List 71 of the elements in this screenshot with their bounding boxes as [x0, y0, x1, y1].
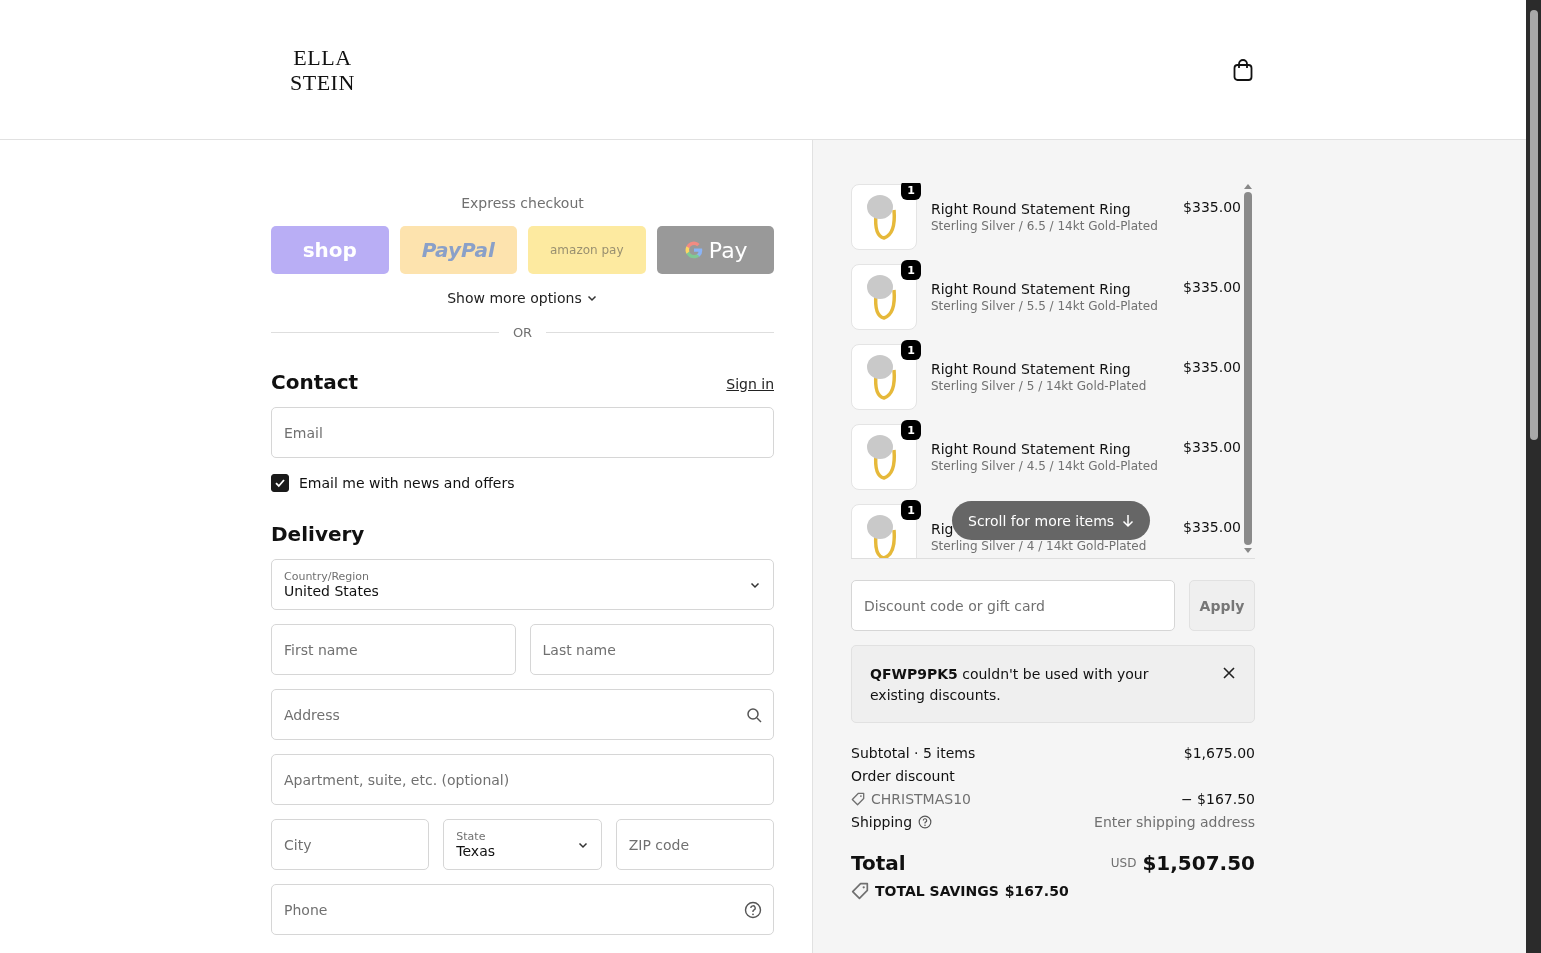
checkbox-label: Email me with news and offers [299, 475, 515, 491]
search-icon [746, 706, 762, 723]
savings-value: $167.50 [1004, 883, 1069, 899]
tag-icon [851, 882, 869, 900]
notice-text: QFWP9PK5 couldn't be used with your existing discounts. [870, 665, 1150, 705]
summary-value: − $167.50 [1180, 791, 1255, 807]
product-price: $335.00 [1183, 519, 1241, 535]
product-variant: Sterling Silver / 4 / 14kt Gold-Plated [931, 539, 1148, 553]
input-field[interactable]: City [271, 819, 430, 870]
currency-label: USD [1110, 856, 1137, 870]
input-field[interactable]: Address [271, 689, 774, 740]
tag-icon [851, 792, 865, 806]
product-price: $335.00 [1183, 359, 1241, 375]
quantity-badge: 1 [901, 420, 921, 440]
product-price: $335.00 [1183, 279, 1241, 295]
scroll-hint-button[interactable]: Scroll for more items [952, 501, 1151, 540]
checkmark-icon [274, 477, 286, 489]
section-title: Delivery [271, 522, 365, 546]
product-name: Right Round Statement Ring [931, 441, 1131, 457]
product-variant: Sterling Silver / 4.5 / 14kt Gold-Plated [931, 459, 1159, 473]
discount-code: CHRISTMAS10 [871, 791, 971, 807]
quantity-badge: 1 [901, 183, 921, 200]
input-field[interactable]: ZIP code [615, 819, 774, 870]
summary-value: $1,675.00 [1183, 745, 1255, 761]
summary-label: Subtotal · 5 items [851, 745, 976, 761]
input-field[interactable]: Email [271, 407, 774, 458]
select-field[interactable]: State Texas [443, 819, 602, 870]
shopping-bag-icon[interactable] [1232, 57, 1254, 82]
select-field[interactable]: Country/Region United States [271, 559, 774, 610]
field-value: United States [284, 583, 380, 599]
quantity-badge: 1 [901, 500, 921, 520]
summary-label: Shipping [851, 814, 913, 830]
field-value: Texas [456, 843, 497, 859]
sign-in-link[interactable]: Sign in [726, 376, 774, 392]
section-title: Contact [271, 370, 359, 394]
help-icon [918, 815, 933, 829]
store-logo[interactable]: ELLA STEIN [290, 44, 355, 95]
product-variant: Sterling Silver / 5 / 14kt Gold-Plated [931, 379, 1148, 393]
total-label: Total [851, 851, 906, 875]
product-name: Right Round Statement Ring [931, 201, 1131, 217]
show-more-button[interactable]: Show more options [447, 290, 598, 306]
product-price: $335.00 [1183, 439, 1241, 455]
input-field[interactable]: Last name [529, 624, 774, 675]
section-label: Express checkout [460, 195, 585, 211]
checkbox[interactable] [271, 474, 289, 492]
input-field[interactable]: Apartment, suite, etc. (optional) [271, 754, 774, 805]
product-name: Right Round Statement Ring [931, 361, 1131, 377]
product-name: Right Round Statement Ring [931, 281, 1131, 297]
help-icon [744, 900, 762, 919]
scroll-down-icon[interactable] [1243, 548, 1253, 554]
input-field[interactable]: Discount code or gift card [851, 580, 1175, 631]
divider-label: OR [512, 325, 533, 340]
product-price: $335.00 [1183, 199, 1241, 215]
scroll-up-icon[interactable] [1243, 183, 1253, 189]
quantity-badge: 1 [901, 340, 921, 360]
quantity-badge: 1 [901, 260, 921, 280]
field-label: Country/Region [284, 570, 371, 583]
field-label: State [456, 830, 487, 843]
savings-label: TOTAL SAVINGS [875, 883, 999, 899]
close-button[interactable] [1222, 666, 1236, 680]
close-icon [1222, 666, 1236, 680]
input-field[interactable]: Phone [271, 884, 774, 935]
product-name: Rig [931, 521, 954, 537]
summary-value: Enter shipping address [1094, 814, 1255, 830]
product-variant: Sterling Silver / 6.5 / 14kt Gold-Plated [931, 219, 1159, 233]
product-variant: Sterling Silver / 5.5 / 14kt Gold-Plated [931, 299, 1159, 313]
input-field[interactable]: First name [271, 624, 516, 675]
apply-button[interactable]: Apply [1189, 580, 1255, 631]
summary-label: Order discount [851, 768, 955, 784]
arrow-down-icon [1122, 513, 1135, 528]
total-value: $1,507.50 [1142, 851, 1255, 875]
